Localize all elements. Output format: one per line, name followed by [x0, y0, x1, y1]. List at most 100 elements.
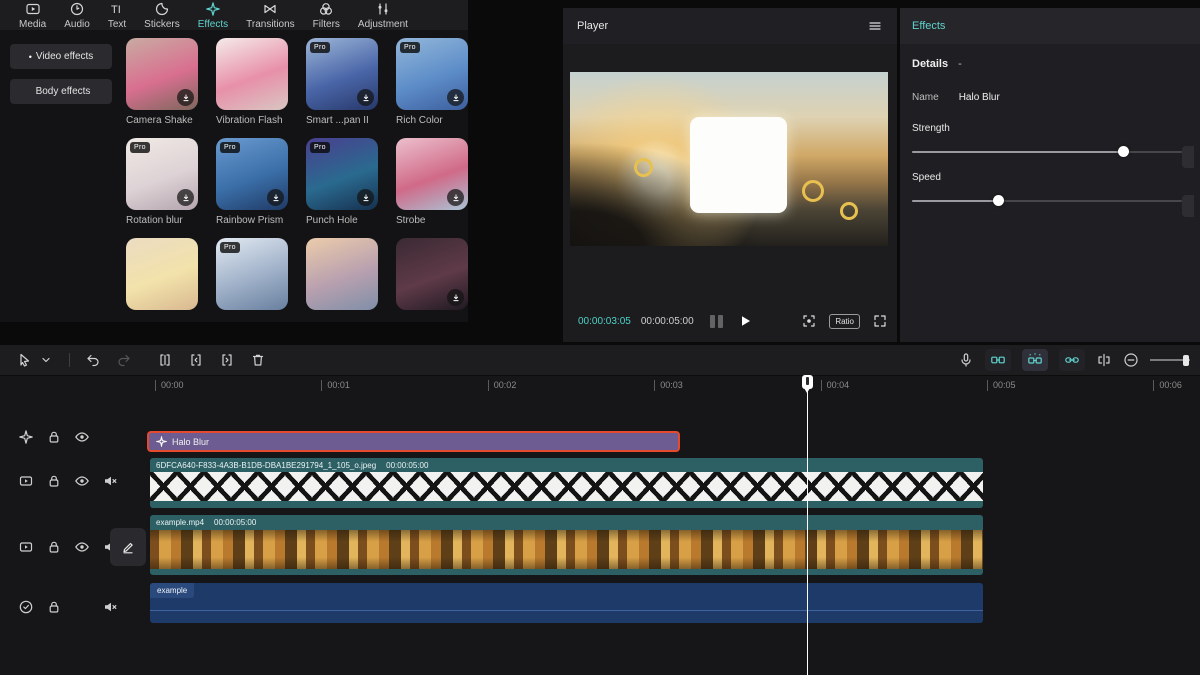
effect-card-smart-pan-ii[interactable]: Pro Smart ...pan II	[306, 38, 378, 138]
linkage-button[interactable]	[1059, 349, 1085, 371]
effect-card-label: Punch Hole	[306, 215, 378, 226]
play-button[interactable]	[737, 313, 753, 329]
image-clip-duration: 00:00:05:00	[386, 461, 428, 470]
delete-button[interactable]	[250, 352, 266, 368]
select-tool-chevron-icon[interactable]	[38, 352, 54, 368]
eye-icon[interactable]	[74, 429, 90, 445]
timeline-zoom-slider[interactable]	[1150, 354, 1190, 366]
effect-card-rotation-blur[interactable]: Pro Rotation blur	[126, 138, 198, 238]
effect-card-camera-shake[interactable]: Camera Shake	[126, 38, 198, 138]
filters-icon	[318, 0, 334, 17]
focus-icon[interactable]	[801, 313, 817, 329]
ruler-tick: 00:02	[488, 380, 517, 391]
tab-audio[interactable]: Audio	[55, 0, 99, 30]
delete-left-button[interactable]	[188, 352, 204, 368]
playhead[interactable]	[807, 375, 808, 675]
download-icon[interactable]	[447, 289, 464, 306]
video-clip[interactable]: example.mp4 00:00:05:00	[150, 515, 983, 575]
effect-thumbnail: Pro	[126, 138, 198, 210]
lock-icon[interactable]	[46, 429, 62, 445]
zoom-slider-handle[interactable]	[1183, 355, 1189, 366]
effect-name-label: Name	[912, 92, 939, 103]
halo-blur-overlay	[690, 117, 787, 213]
effect-card-rainbow-prism[interactable]: Pro Rainbow Prism	[216, 138, 288, 238]
auto-snapping-button[interactable]	[1022, 349, 1048, 371]
tab-transitions[interactable]: Transitions	[237, 0, 304, 30]
download-icon[interactable]	[177, 189, 194, 206]
download-icon[interactable]	[447, 89, 464, 106]
effect-card-punch-hole[interactable]: Pro Punch Hole	[306, 138, 378, 238]
video-clip-thumbnails	[150, 530, 983, 569]
effect-thumbnail	[126, 238, 198, 310]
bokeh-ring	[634, 158, 653, 177]
player-menu-icon[interactable]	[867, 18, 883, 34]
image-track-controls	[18, 473, 118, 489]
strength-slider[interactable]	[912, 146, 1182, 158]
effect-card-label: Rotation blur	[126, 215, 198, 226]
lock-icon[interactable]	[46, 473, 62, 489]
lock-icon[interactable]	[46, 539, 62, 555]
ruler-tick: 00:05	[987, 380, 1016, 391]
download-icon[interactable]	[357, 189, 374, 206]
effect-card-rich-color[interactable]: Pro Rich Color	[396, 38, 468, 138]
strength-slider-handle[interactable]	[1118, 146, 1129, 157]
tab-effects[interactable]: Effects	[189, 0, 237, 30]
sidebar-item-video-effects[interactable]: • Video effects	[10, 44, 112, 69]
zoom-out-icon[interactable]	[1123, 352, 1139, 368]
pro-badge: Pro	[220, 242, 240, 253]
lock-icon[interactable]	[46, 599, 62, 615]
eye-icon[interactable]	[74, 539, 90, 555]
delete-right-button[interactable]	[219, 352, 235, 368]
speed-slider-handle[interactable]	[993, 195, 1004, 206]
playhead-handle[interactable]	[802, 375, 813, 389]
effect-card-vibration-flash[interactable]: Vibration Flash	[216, 38, 288, 138]
video-preview[interactable]	[570, 72, 888, 246]
mute-icon[interactable]	[102, 473, 118, 489]
main-track-magnet-button[interactable]	[985, 349, 1011, 371]
audio-clip[interactable]: example	[150, 583, 983, 623]
audio-waveform	[150, 610, 983, 611]
redo-button[interactable]	[116, 352, 132, 368]
pro-badge: Pro	[400, 42, 420, 53]
split-button[interactable]	[157, 352, 173, 368]
effects-category-sidebar: • Video effects Body effects	[0, 30, 122, 322]
effect-card[interactable]: Pro	[216, 238, 288, 322]
tab-media[interactable]: Media	[10, 0, 55, 30]
download-icon[interactable]	[447, 189, 464, 206]
select-tool-button[interactable]	[16, 352, 32, 368]
player-header: Player	[563, 8, 897, 44]
video-clip-filename: example.mp4	[156, 518, 204, 527]
effect-card[interactable]	[306, 238, 378, 322]
effect-clip-halo-blur[interactable]: Halo Blur	[147, 431, 680, 452]
edit-draw-button[interactable]	[110, 528, 146, 566]
frame-step-icon[interactable]	[710, 315, 723, 328]
download-icon[interactable]	[267, 189, 284, 206]
details-collapse-toggle[interactable]: -	[958, 58, 962, 70]
ratio-button[interactable]: Ratio	[829, 314, 860, 329]
image-clip[interactable]: 6DFCA640-F833-4A3B-B1DB-DBA1BE291794_1_1…	[150, 458, 983, 508]
download-icon[interactable]	[177, 89, 194, 106]
download-icon[interactable]	[357, 89, 374, 106]
mute-icon[interactable]	[102, 599, 118, 615]
tab-adjustment[interactable]: Adjustment	[349, 0, 417, 30]
pro-badge: Pro	[130, 142, 150, 153]
fullscreen-icon[interactable]	[872, 313, 888, 329]
current-timecode: 00:00:03:05	[578, 316, 631, 327]
tab-filters[interactable]: Filters	[304, 0, 349, 30]
sidebar-item-body-effects[interactable]: Body effects	[10, 79, 112, 104]
effect-card[interactable]	[126, 238, 198, 322]
effect-card-strobe[interactable]: Strobe	[396, 138, 468, 238]
tab-stickers[interactable]: Stickers	[135, 0, 189, 30]
undo-button[interactable]	[85, 352, 101, 368]
player-title: Player	[577, 20, 608, 32]
eye-icon[interactable]	[74, 473, 90, 489]
effect-card-label: Rainbow Prism	[216, 215, 288, 226]
record-voiceover-icon[interactable]	[958, 352, 974, 368]
preview-axis-button[interactable]	[1096, 352, 1112, 368]
effect-card[interactable]	[396, 238, 468, 322]
effect-thumbnail: Pro	[216, 138, 288, 210]
speed-slider[interactable]	[912, 195, 1182, 207]
tab-text[interactable]: TI Text	[99, 0, 135, 30]
timeline-ruler[interactable]: 00:0000:0100:0200:0300:0400:0500:06	[0, 376, 1200, 396]
inspector-header: Effects	[900, 8, 1200, 44]
